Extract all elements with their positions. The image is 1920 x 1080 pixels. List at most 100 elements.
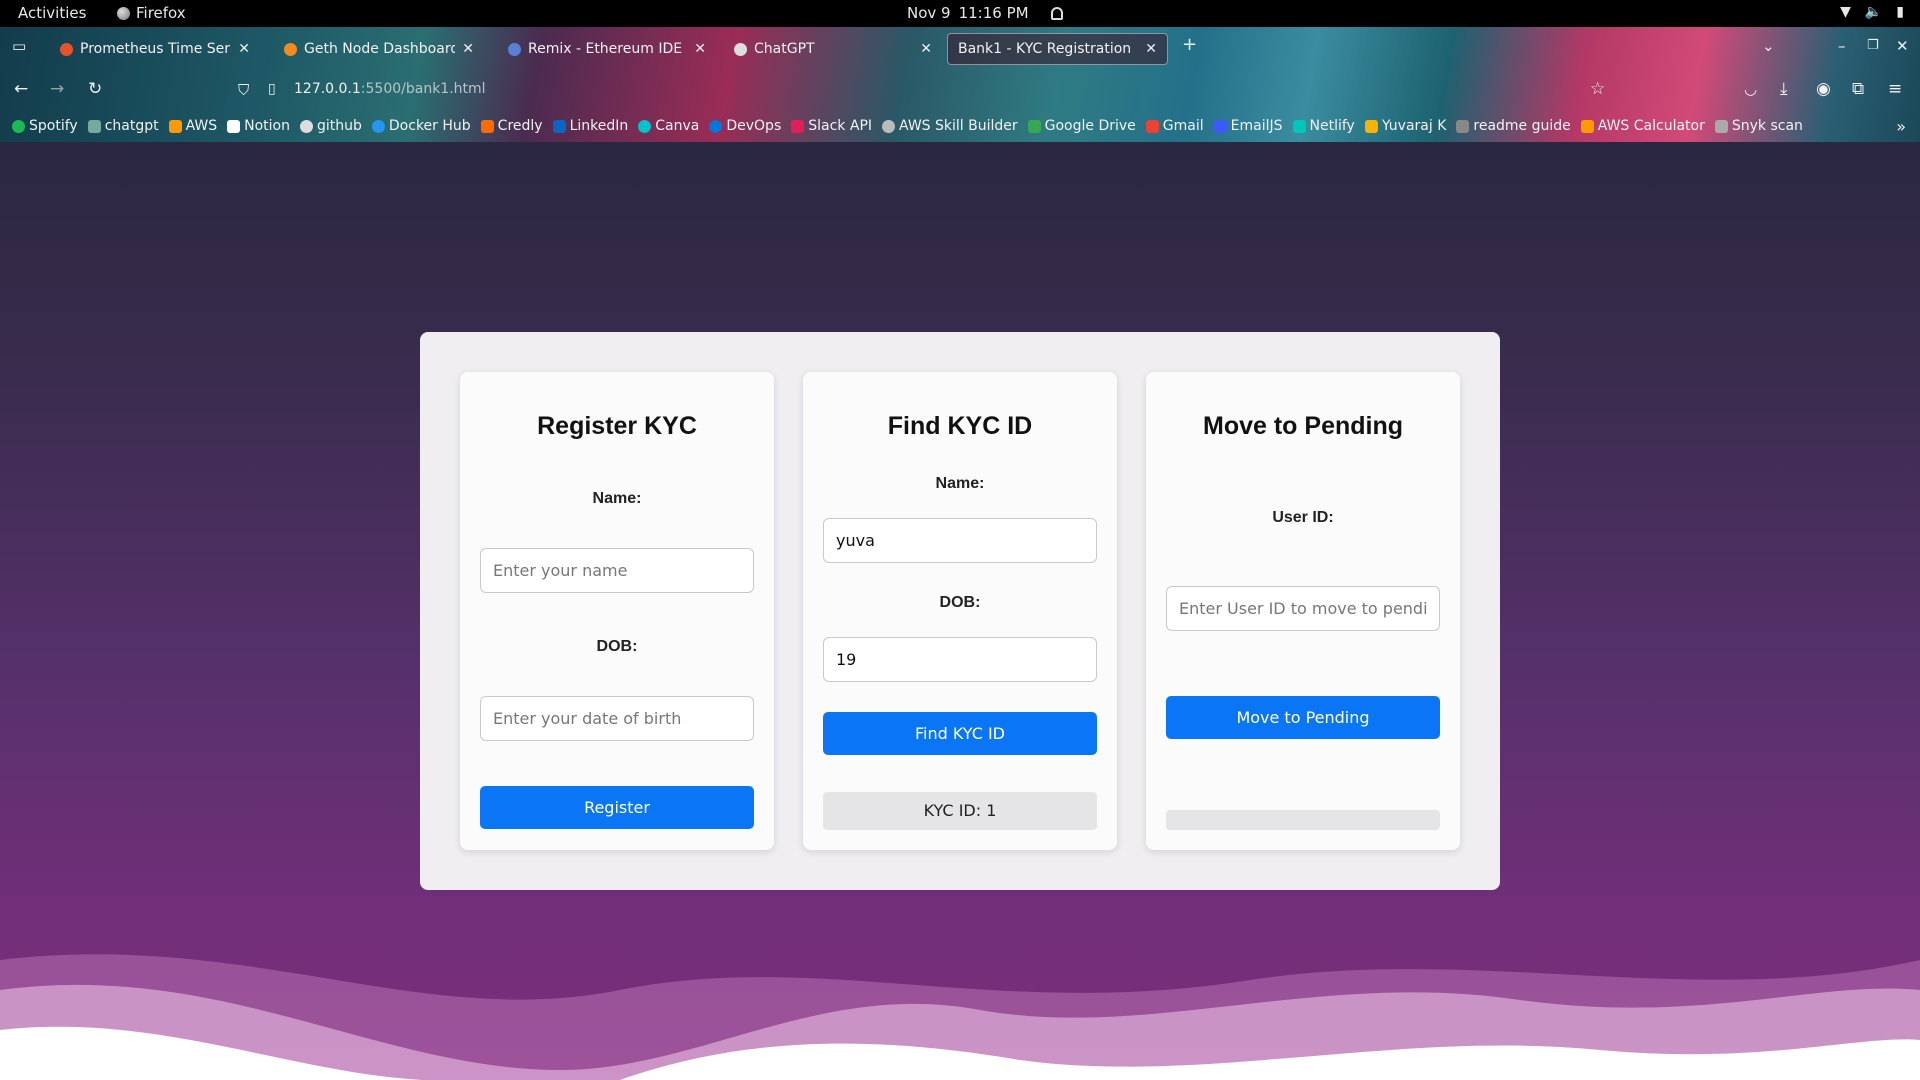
pocket-icon[interactable]: ◡ [1744, 80, 1757, 98]
bookmark-canva[interactable]: Canva [638, 118, 699, 134]
bookmark-github[interactable]: github [300, 118, 362, 134]
close-icon[interactable]: ✕ [920, 41, 932, 57]
bookmark-label: chatgpt [104, 118, 159, 134]
bookmark-notion[interactable]: Notion [227, 118, 290, 134]
page-viewport: Register KYC Name: DOB: Register Find KY… [0, 142, 1920, 1080]
kyc-id-result: KYC ID: 1 [823, 792, 1097, 830]
forward-icon[interactable]: → [50, 79, 64, 99]
bookmark-gmail[interactable]: Gmail [1145, 118, 1204, 134]
app-name: Firefox [136, 4, 186, 22]
move-pending-card: Move to Pending User ID: Move to Pending [1146, 372, 1460, 850]
window-close-icon[interactable]: ✕ [1896, 37, 1909, 55]
reload-icon[interactable]: ↻ [88, 79, 102, 99]
devops-icon [709, 119, 723, 133]
tab-bank1[interactable]: Bank1 - KYC Registration ✕ [947, 33, 1168, 65]
activities-button[interactable]: Activities [18, 4, 86, 22]
bookmark-devops[interactable]: DevOps [709, 118, 781, 134]
tab-chatgpt[interactable]: ChatGPT ✕ [724, 33, 942, 65]
volume-icon: 🔈 [1864, 4, 1883, 20]
pending-result [1166, 810, 1440, 830]
extensions-icon[interactable]: ⧉ [1852, 79, 1864, 99]
system-top-bar: Activities Firefox Nov 9 11:16 PM ▼ 🔈 ▮ [0, 0, 1920, 27]
tab-remix[interactable]: Remix - Ethereum IDE ✕ [498, 33, 716, 65]
bookmarks-toolbar: Spotify chatgpt AWS Notion github Docker… [0, 110, 1920, 142]
shield-icon[interactable]: ⛉ [238, 81, 249, 99]
bookmark-yuvaraj-k[interactable]: Yuvaraj K [1364, 118, 1446, 134]
bookmark-label: readme guide [1473, 118, 1571, 134]
bookmark-readme-guide[interactable]: readme guide [1456, 118, 1571, 134]
netlify-icon [1292, 119, 1306, 133]
canva-icon [638, 119, 652, 133]
userid-input[interactable] [1166, 586, 1440, 631]
find-dob-label: DOB: [939, 594, 981, 611]
bookmark-label: Netlify [1309, 118, 1355, 134]
close-icon[interactable]: ✕ [462, 41, 474, 57]
menu-icon[interactable]: ≡ [1888, 79, 1902, 99]
bookmark-linkedin[interactable]: LinkedIn [552, 118, 628, 134]
find-dob-input[interactable] [823, 637, 1097, 682]
bookmark-label: EmailJS [1230, 118, 1283, 134]
readme-icon [1456, 119, 1470, 133]
new-tab-icon[interactable]: + [1182, 34, 1197, 55]
close-icon[interactable]: ✕ [238, 41, 250, 57]
bookmark-label: Spotify [29, 118, 78, 134]
bookmark-netlify[interactable]: Netlify [1292, 118, 1355, 134]
snyk-icon [1714, 119, 1728, 133]
bookmark-chatgpt[interactable]: chatgpt [87, 118, 159, 134]
credly-icon [480, 119, 494, 133]
bookmark-emailjs[interactable]: EmailJS [1213, 118, 1283, 134]
battery-icon: ▮ [1896, 4, 1904, 20]
google-drive-icon [1027, 119, 1041, 133]
register-name-input[interactable] [480, 548, 754, 593]
bookmark-docker-hub[interactable]: Docker Hub [371, 118, 471, 134]
register-kyc-card: Register KYC Name: DOB: Register [460, 372, 774, 850]
clock[interactable]: Nov 9 11:16 PM [907, 4, 1063, 22]
slack-icon [791, 119, 805, 133]
list-all-tabs-icon[interactable]: ⌄ [1762, 37, 1775, 55]
downloads-icon[interactable]: ⤓ [1780, 79, 1788, 99]
bookmark-slack-api[interactable]: Slack API [791, 118, 872, 134]
tab-prometheus[interactable]: Prometheus Time Series ✕ [50, 33, 260, 65]
chatgpt-icon [87, 119, 101, 133]
bookmark-aws-skill-builder[interactable]: AWS Skill Builder [882, 118, 1018, 134]
bookmark-aws-calculator[interactable]: AWS Calculator [1580, 118, 1705, 134]
globe-icon [882, 119, 896, 133]
bookmark-star-icon[interactable]: ☆ [1590, 79, 1605, 99]
url-path: :5500/bank1.html [360, 81, 486, 97]
firefox-icon [117, 6, 130, 20]
restore-icon[interactable]: ❐ [1867, 38, 1879, 53]
find-kyc-button[interactable]: Find KYC ID [823, 712, 1097, 755]
bookmark-credly[interactable]: Credly [480, 118, 543, 134]
find-name-input[interactable] [823, 518, 1097, 563]
move-pending-button[interactable]: Move to Pending [1166, 696, 1440, 739]
tab-geth[interactable]: Geth Node Dashboard (F ✕ [274, 33, 484, 65]
register-button[interactable]: Register [480, 786, 754, 829]
notion-icon [227, 119, 241, 133]
register-dob-input[interactable] [480, 696, 754, 741]
gmail-icon [1145, 119, 1159, 133]
bookmark-label: AWS [185, 118, 218, 134]
bookmark-label: Credly [497, 118, 543, 134]
bookmark-label: Slack API [808, 118, 873, 134]
tab-overview-icon[interactable]: ▭ [12, 37, 26, 55]
close-icon[interactable]: ✕ [1145, 41, 1157, 57]
account-icon[interactable]: ◉ [1816, 79, 1831, 99]
url-bar[interactable]: 127.0.0.1:5500/bank1.html [294, 81, 486, 97]
close-icon[interactable]: ✕ [694, 41, 706, 57]
kyc-panel: Register KYC Name: DOB: Register Find KY… [420, 332, 1500, 890]
bookmark-google-drive[interactable]: Google Drive [1027, 118, 1136, 134]
bookmark-aws[interactable]: AWS [168, 118, 218, 134]
github-icon [300, 119, 313, 133]
system-tray[interactable]: ▼ 🔈 ▮ [1840, 4, 1904, 20]
back-icon[interactable]: ← [14, 79, 28, 99]
profile-icon [1364, 119, 1378, 133]
more-bookmarks-icon[interactable]: » [1896, 117, 1906, 136]
spotify-icon [12, 119, 25, 133]
prometheus-favicon-icon [60, 42, 73, 56]
minimize-icon[interactable]: – [1838, 37, 1846, 55]
bookmark-snyk-scan[interactable]: Snyk scan [1714, 118, 1803, 134]
app-menu[interactable]: Firefox [117, 4, 186, 22]
tab-label: Prometheus Time Series [80, 41, 231, 57]
bookmark-spotify[interactable]: Spotify [12, 118, 78, 134]
geth-favicon-icon [284, 42, 297, 56]
